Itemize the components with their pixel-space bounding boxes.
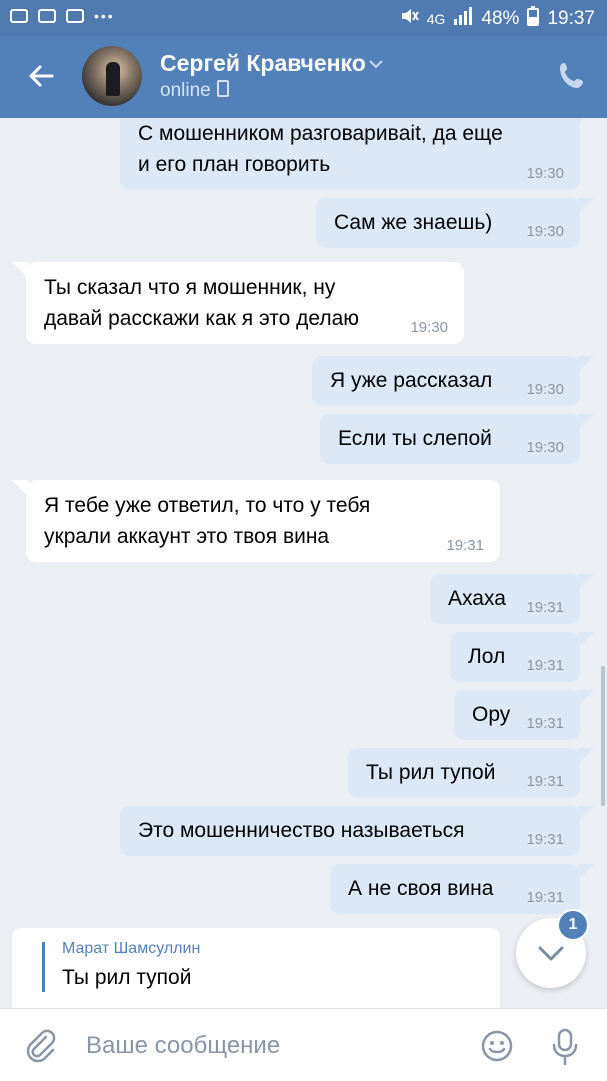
more-notifications-icon: •••	[94, 8, 115, 24]
clock: 19:37	[547, 8, 595, 29]
mute-icon	[399, 6, 419, 32]
youtube-icon	[38, 9, 56, 23]
unread-count-badge: 1	[557, 909, 589, 941]
microphone-icon	[552, 1028, 578, 1066]
message-text: Ты рил тупой	[366, 761, 496, 784]
message-text: Лол	[468, 645, 506, 668]
message-text: Ты сказал что я мошенник, ну давай расск…	[44, 276, 360, 330]
message-time: 19:30	[410, 319, 448, 336]
mobile-icon	[216, 80, 229, 97]
message-bubble[interactable]: Лол 19:31	[450, 632, 594, 682]
phone-icon	[560, 63, 583, 88]
message-time: 19:31	[446, 537, 484, 554]
network-type: 4G	[426, 11, 446, 27]
scrollbar[interactable]	[601, 666, 605, 806]
message-time: 19:30	[526, 381, 564, 398]
message-bubble[interactable]: Ты рил тупой 19:31	[348, 748, 594, 798]
smile-icon	[481, 1030, 513, 1062]
emoji-button[interactable]	[480, 1029, 514, 1063]
voice-message-button[interactable]	[550, 1027, 580, 1067]
battery-level: 48%	[481, 8, 520, 29]
notification-icons: •••	[10, 8, 115, 24]
signal-icon	[453, 7, 473, 31]
reply-text: Ты рил тупой	[62, 966, 192, 989]
message-bubble[interactable]: Я тебе уже ответил, то что у тебя украли…	[12, 480, 500, 562]
status-bar: ••• 4G 48% 19:37	[0, 0, 607, 36]
message-bubble[interactable]: Ору 19:31	[454, 690, 594, 740]
message-text: Я тебе уже ответил, то что у тебя украли…	[44, 494, 371, 548]
message-time: 19:31	[526, 773, 564, 790]
attach-button[interactable]	[22, 1027, 58, 1063]
message-bubble[interactable]: Сам же знаешь) 19:30	[316, 198, 594, 248]
message-time: 19:31	[526, 657, 564, 674]
message-time: 19:31	[526, 599, 564, 616]
message-time: 19:30	[526, 165, 564, 182]
message-composer	[0, 1008, 607, 1081]
message-text: Я уже рассказал	[330, 369, 493, 392]
online-status: online	[160, 80, 229, 102]
message-bubble[interactable]: Если ты слепой 19:30	[320, 414, 594, 464]
contact-name[interactable]: Сергей Кравченко	[160, 50, 366, 77]
gallery-icon	[10, 9, 28, 23]
message-text: Ору	[472, 703, 511, 726]
message-bubble[interactable]: Я уже рассказал 19:30	[312, 356, 594, 406]
battery-icon	[527, 6, 540, 32]
avatar[interactable]	[82, 46, 142, 106]
call-button[interactable]	[556, 60, 588, 92]
quote-bar	[42, 942, 45, 992]
back-button[interactable]	[22, 56, 62, 96]
message-input[interactable]	[84, 1025, 468, 1067]
message-text: Если ты слепой	[338, 427, 492, 450]
message-time: 19:31	[526, 831, 564, 848]
online-status-text: online	[160, 80, 211, 101]
message-bubble[interactable]: С мошенником разговаривait, да еще и его…	[120, 118, 594, 190]
message-bubble[interactable]: Это мошенничество называеться 19:31	[120, 806, 594, 856]
reply-message-card[interactable]: Марат Шамсуллин Ты рил тупой	[12, 928, 500, 1018]
message-bubble[interactable]: Ахаха 19:31	[430, 574, 594, 624]
message-text: Сам же знаешь)	[334, 211, 493, 234]
paperclip-icon	[26, 1029, 56, 1063]
message-time: 19:31	[526, 889, 564, 906]
message-text: С мошенником разговаривait, да еще и его…	[138, 122, 503, 176]
message-text: А не своя вина	[348, 877, 494, 900]
chevron-down-icon[interactable]	[368, 56, 384, 72]
message-bubble[interactable]: А не своя вина 19:31	[330, 864, 594, 914]
message-text: Это мошенничество называеться	[138, 819, 465, 842]
message-time: 19:30	[526, 223, 564, 240]
arrow-left-icon	[29, 65, 54, 87]
message-time: 19:30	[526, 439, 564, 456]
reply-author[interactable]: Марат Шамсуллин	[62, 940, 200, 958]
chat-header: Сергей Кравченко online	[0, 36, 607, 118]
youtube-icon-2	[66, 9, 84, 23]
message-list[interactable]: С мошенником разговаривait, да еще и его…	[0, 118, 607, 1008]
message-text: Ахаха	[448, 587, 506, 610]
system-icons: 4G 48% 19:37	[399, 6, 595, 32]
message-time: 19:31	[526, 715, 564, 732]
message-bubble[interactable]: Ты сказал что я мошенник, ну давай расск…	[12, 262, 464, 344]
